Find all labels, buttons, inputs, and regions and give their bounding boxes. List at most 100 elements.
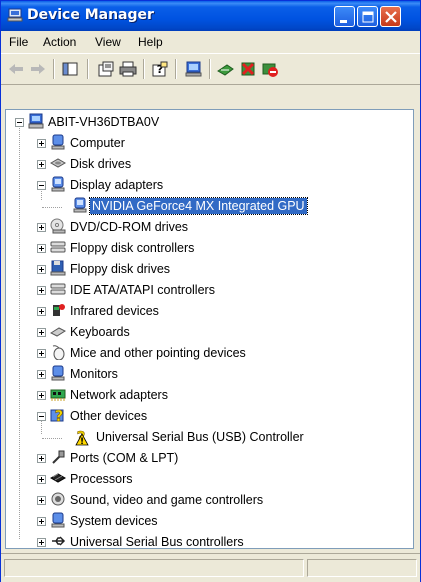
display-adapter-icon <box>51 176 65 192</box>
window-title: Device Manager <box>27 7 154 23</box>
tree-connector <box>42 207 62 209</box>
tree-item-label: Keyboards <box>70 325 130 339</box>
menu-action[interactable]: Action <box>43 35 76 49</box>
tree-item-label: Mice and other pointing devices <box>70 346 246 360</box>
tree-item-label: Floppy disk controllers <box>70 241 195 255</box>
tree-connector <box>19 122 21 539</box>
tree-connector <box>42 438 62 440</box>
infrared-icon <box>53 304 65 316</box>
cd-rom-icon <box>50 218 66 234</box>
network-adapter-icon <box>50 389 66 401</box>
collapse-icon[interactable] <box>15 118 24 127</box>
device-manager-window: Device Manager File Action View Help ? A… <box>0 0 421 582</box>
expand-icon[interactable] <box>37 223 46 232</box>
tree-root-label: ABIT-VH36DTBA0V <box>48 115 160 129</box>
scan-hardware-icon[interactable] <box>185 61 203 77</box>
tree-item-label: Other devices <box>70 409 148 423</box>
close-icon <box>385 11 397 23</box>
tree-item-label: NVIDIA GeForce4 MX Integrated GPU <box>89 197 308 215</box>
menu-view[interactable]: View <box>95 35 121 49</box>
processor-icon <box>50 473 66 483</box>
expand-icon[interactable] <box>37 391 46 400</box>
toolbar-separator <box>87 59 89 79</box>
properties-icon[interactable] <box>97 61 115 77</box>
controller-icon <box>50 283 66 295</box>
expand-icon[interactable] <box>37 370 46 379</box>
toolbar-separator <box>209 59 211 79</box>
monitor-icon <box>51 365 65 381</box>
expand-icon[interactable] <box>37 454 46 463</box>
tree-item-label: IDE ATA/ATAPI controllers <box>70 283 215 297</box>
controller-icon <box>50 241 66 253</box>
tree-item-label: DVD/CD-ROM drives <box>70 220 189 234</box>
disk-drive-icon <box>50 158 66 168</box>
unknown-device-icon: ? <box>50 407 64 423</box>
forward-arrow-icon[interactable] <box>29 61 47 77</box>
tree-item-label: Network adapters <box>70 388 168 402</box>
expand-icon[interactable] <box>37 244 46 253</box>
expand-icon[interactable] <box>37 160 46 169</box>
expand-icon[interactable] <box>37 139 46 148</box>
port-icon <box>52 450 65 464</box>
expand-icon[interactable] <box>37 349 46 358</box>
tree-item-label: Computer <box>70 136 125 150</box>
toolbar-separator <box>143 59 145 79</box>
tree-item-label: Disk drives <box>70 157 132 171</box>
computer-icon <box>28 113 44 129</box>
tree-item-label: Universal Serial Bus controllers <box>70 535 244 549</box>
mouse-icon <box>52 345 65 360</box>
sound-icon <box>51 492 65 506</box>
expand-icon[interactable] <box>37 307 46 316</box>
computer-category-icon <box>51 134 65 150</box>
print-icon[interactable] <box>119 61 137 77</box>
minimize-icon <box>340 20 347 23</box>
tree-item-label: System devices <box>70 514 158 528</box>
title-bar[interactable]: Device Manager <box>1 1 420 31</box>
menu-bar: File Action View Help <box>1 31 420 53</box>
svg-text:!: ! <box>80 437 84 446</box>
menu-file[interactable]: File <box>9 35 28 49</box>
expand-icon[interactable] <box>37 538 46 547</box>
tree-item-label: Infrared devices <box>70 304 159 318</box>
status-bar <box>1 553 420 582</box>
uninstall-icon[interactable] <box>239 61 257 77</box>
usb-icon <box>52 536 66 546</box>
svg-text:?: ? <box>55 407 64 423</box>
device-manager-icon <box>7 7 23 26</box>
collapse-icon[interactable] <box>37 412 46 421</box>
maximize-button[interactable] <box>357 6 378 27</box>
keyboard-icon <box>50 327 66 337</box>
help-icon[interactable]: ? <box>151 61 169 77</box>
back-arrow-icon[interactable] <box>7 61 25 77</box>
tree-item-label: Display adapters <box>70 178 164 192</box>
toolbar: ? <box>1 53 420 85</box>
show-hide-console-tree-icon[interactable] <box>61 61 79 77</box>
menu-help[interactable]: Help <box>138 35 163 49</box>
collapse-icon[interactable] <box>37 181 46 190</box>
tree-item-label: Floppy disk drives <box>70 262 171 276</box>
warning-device-icon: ? ! <box>75 428 89 446</box>
status-pane <box>4 559 304 577</box>
tree-item-label: Ports (COM & LPT) <box>70 451 179 465</box>
maximize-icon <box>362 11 374 23</box>
expand-icon[interactable] <box>37 475 46 484</box>
device-tree-panel[interactable]: ABIT-VH36DTBA0V Computer Disk drives Dis… <box>5 109 414 549</box>
toolbar-separator <box>53 59 55 79</box>
update-driver-icon[interactable] <box>217 61 235 77</box>
tree-item-label: Sound, video and game controllers <box>70 493 264 507</box>
system-devices-icon <box>51 512 65 528</box>
expand-icon[interactable] <box>37 286 46 295</box>
expand-icon[interactable] <box>37 517 46 526</box>
disable-icon[interactable] <box>261 61 279 77</box>
expand-icon[interactable] <box>37 265 46 274</box>
expand-icon[interactable] <box>37 328 46 337</box>
status-pane <box>307 559 417 577</box>
toolbar-separator <box>175 59 177 79</box>
floppy-drive-icon <box>50 260 66 276</box>
tree-item-label: Monitors <box>70 367 118 381</box>
expand-icon[interactable] <box>37 496 46 505</box>
tree-item-label: Universal Serial Bus (USB) Controller <box>96 430 304 444</box>
minimize-button[interactable] <box>334 6 355 27</box>
display-adapter-icon <box>73 197 87 213</box>
close-button[interactable] <box>380 6 401 27</box>
